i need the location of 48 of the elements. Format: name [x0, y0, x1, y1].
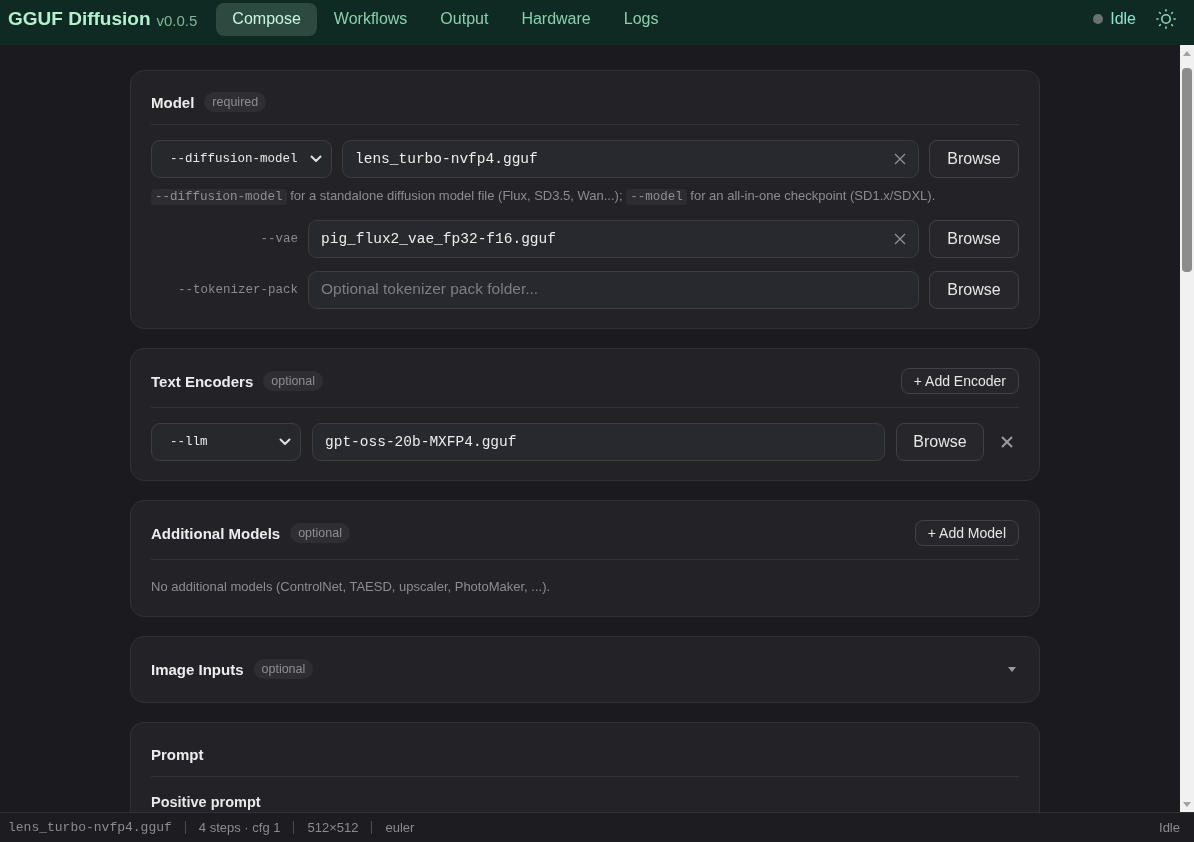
file-field[interactable]: gpt-oss-20b-MXFP4.gguf [312, 423, 885, 461]
file-field[interactable]: lens_turbo-nvfp4.gguf [342, 140, 919, 178]
nav-tab[interactable]: Logs [607, 2, 675, 36]
close-icon[interactable] [894, 153, 906, 165]
app-title: GGUF Diffusion [8, 8, 151, 30]
sun-icon[interactable] [1156, 9, 1176, 29]
nav-tab[interactable]: Compose [216, 2, 317, 36]
flag-select[interactable]: --diffusion-model [151, 140, 332, 178]
flag-label: --vae [259, 232, 298, 246]
status-label: Idle [1110, 10, 1136, 28]
status-text: lens_turbo-nvfp4.gguf [8, 820, 172, 835]
empty-message: No additional models (ControlNet, TAESD, upscaler, PhotoMaker, ...). [151, 578, 552, 596]
section-tag: optional [290, 523, 350, 543]
section-title: Additional Models [151, 524, 281, 542]
close-icon[interactable] [1001, 436, 1013, 448]
status-text: 4 steps · cfg 1 [198, 820, 281, 835]
nav-tab[interactable]: Workflows [317, 2, 424, 36]
browse-button[interactable]: Browse [929, 271, 1019, 309]
scrollbar[interactable] [1180, 45, 1194, 812]
flag-hint: --diffusion-model for a standalone diffusion model file (Flux, SD3.5, Wan...); --model for an all-in-one checkpoint (SD1.x/SDXL). [151, 186, 1019, 207]
chevron-down-icon [279, 438, 291, 446]
section-title: Text Encoders [151, 372, 254, 390]
section-title: Image Inputs [151, 660, 244, 678]
caret-icon[interactable] [1008, 666, 1016, 672]
add-button[interactable]: + Add Model [914, 520, 1019, 546]
flag-select[interactable]: --llm [151, 423, 301, 461]
nav-tab[interactable]: Output [424, 2, 505, 36]
browse-button[interactable]: Browse [929, 140, 1019, 178]
section-title: Model [151, 93, 195, 111]
browse-button[interactable]: Browse [896, 423, 984, 461]
file-field[interactable]: Optional tokenizer pack folder... [308, 271, 919, 309]
section-tag: optional [253, 659, 314, 679]
browse-button[interactable]: Browse [929, 220, 1019, 258]
section-tag: optional [263, 371, 324, 391]
scrollbar-thumb[interactable] [1182, 68, 1192, 272]
prompt-field-label: Positive prompt [151, 793, 262, 811]
nav-tab[interactable]: Hardware [505, 2, 607, 36]
section-tag: required [204, 92, 267, 112]
chevron-down-icon [310, 155, 322, 163]
section-title: Prompt [151, 745, 204, 763]
status-text: 512×512 [307, 820, 359, 835]
add-button[interactable]: + Add Encoder [900, 368, 1019, 394]
close-icon[interactable] [894, 233, 906, 245]
flag-label: --tokenizer-pack [176, 283, 298, 297]
status-state: Idle [1159, 820, 1180, 835]
file-field[interactable]: pig_flux2_vae_fp32-f16.gguf [308, 220, 919, 258]
app-version: v0.0.5 [156, 12, 198, 29]
status-text: euler [385, 820, 415, 835]
